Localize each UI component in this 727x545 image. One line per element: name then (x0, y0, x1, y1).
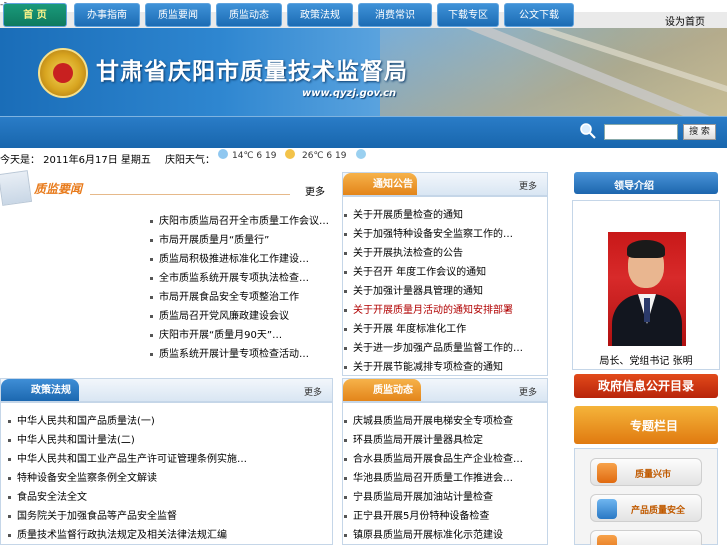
news-title: 质监要闻 (34, 182, 83, 196)
search-input[interactable] (604, 124, 678, 140)
newspaper-icon (0, 170, 33, 206)
set-homepage-link[interactable]: 设为首页 (665, 13, 705, 28)
policy-title: 政策法规 (31, 385, 71, 396)
weather-today: 14℃ 6 19 (232, 151, 277, 161)
list-item[interactable]: 关于加强计量器具管理的通知 (344, 282, 546, 301)
list-item[interactable]: 镇原县质监局开展标准化示范建设 (344, 526, 546, 545)
cloud-icon (356, 149, 366, 159)
notice-title: 通知公告 (373, 179, 413, 190)
news-divider (90, 194, 290, 195)
dynamics-title: 质监动态 (373, 385, 413, 396)
dynamics-list: 庆城县质监局开展电梯安全专项检查 环县质监局开展计量器具检定 合水县质监局开展食… (344, 412, 546, 545)
rain-icon (218, 149, 228, 159)
dynamics-header: 质监动态 更多 (342, 378, 548, 402)
list-item[interactable]: 市局开展质量月“质量行” (150, 231, 330, 250)
leader-photo (608, 232, 686, 346)
leader-header: 领导介绍 (574, 172, 718, 194)
list-item[interactable]: 质量技术监督行政执法规定及相关法律法规汇编 (8, 526, 330, 545)
search-button[interactable]: 搜 索 (683, 124, 716, 140)
list-item[interactable]: 关于开展执法检查的公告 (344, 244, 546, 263)
list-item[interactable]: 市局开展食品安全专项整治工作 (150, 288, 330, 307)
list-item[interactable]: 中华人民共和国计量法(二) (8, 431, 330, 450)
leader-title: 领导介绍 (614, 181, 654, 192)
list-item[interactable]: 庆城县质监局开展电梯安全专项检查 (344, 412, 546, 431)
list-item[interactable]: 食品安全法全文 (8, 488, 330, 507)
list-item[interactable]: 合水县质监局开展食品生产企业检查… (344, 450, 546, 469)
product-icon (597, 499, 617, 519)
list-item[interactable]: 关于开展节能减排专项检查的通知 (344, 358, 546, 377)
list-item[interactable]: 国务院关于加强食品等产品安全监督 (8, 507, 330, 526)
nav-dynamics[interactable]: 质监动态 (216, 3, 282, 27)
leader-caption: 局长、党组书记 张明 (599, 356, 693, 367)
list-item[interactable]: 关于召开 年度工作会议的通知 (344, 263, 546, 282)
quality-city-button[interactable]: 质量兴市 (590, 458, 702, 486)
search-icon (580, 123, 596, 139)
open-gov-banner[interactable]: 政府信息公开目录 (574, 374, 718, 398)
dynamics-more-link[interactable]: 更多 (519, 385, 537, 398)
nav-policy[interactable]: 政策法规 (287, 3, 353, 27)
list-item[interactable]: 全市质监系统开展专项执法检查… (150, 269, 330, 288)
notice-more-link[interactable]: 更多 (519, 179, 537, 192)
list-item[interactable]: 正宁县开展5月份特种设备检查 (344, 507, 546, 526)
list-item[interactable]: 关于进一步加强产品质量监督工作的… (344, 339, 546, 358)
product-safety-button[interactable]: 产品质量安全 (590, 494, 702, 522)
nav-consumer[interactable]: 消费常识 (358, 3, 432, 27)
nav-documents[interactable]: 公文下载 (504, 3, 574, 27)
list-item[interactable]: 宁县质监局开展加油站计量检查 (344, 488, 546, 507)
sun-cloud-icon (285, 149, 295, 159)
news-list: 庆阳市质监局召开全市质量工作会议… 市局开展质量月“质量行” 质监局积极推进标准… (150, 212, 330, 364)
nav-home[interactable]: 首 页 (3, 3, 67, 27)
policy-header: 政策法规 更多 (0, 378, 333, 402)
list-item[interactable]: 中华人民共和国产品质量法(一) (8, 412, 330, 431)
list-item[interactable]: 关于开展质量检查的通知 (344, 206, 546, 225)
site-title: 甘肃省庆阳市质量技术监督局 (96, 58, 408, 85)
nav-guide[interactable]: 办事指南 (74, 3, 140, 27)
sidebar-button-partial[interactable] (590, 530, 702, 545)
notice-list: 关于开展质量检查的通知 关于加强特种设备安全监察工作的… 关于开展执法检查的公告… (344, 206, 546, 377)
site-url: www.qyzj.gov.cn (302, 88, 397, 99)
nav-news[interactable]: 质监要闻 (145, 3, 211, 27)
sidebar-icon (597, 535, 617, 545)
emblem-icon (38, 48, 88, 98)
nav-downloads[interactable]: 下载专区 (437, 3, 499, 27)
policy-list: 中华人民共和国产品质量法(一) 中华人民共和国计量法(二) 中华人民共和国工业产… (8, 412, 330, 545)
list-item[interactable]: 庆阳市质监局召开全市质量工作会议… (150, 212, 330, 231)
list-item[interactable]: 特种设备安全监察条例全文解读 (8, 469, 330, 488)
news-more-link[interactable]: 更多 (305, 183, 325, 198)
current-date: 今天是： 2011年6月17日 星期五 (0, 155, 151, 166)
notice-header: 通知公告 更多 (342, 172, 548, 196)
policy-more-link[interactable]: 更多 (304, 385, 322, 398)
page: -> 设为首页 甘肃省庆阳市质量技术监督局 www.qyzj.gov.cn 首 … (0, 0, 727, 545)
weather-city: 庆阳天气： (165, 155, 215, 166)
list-item[interactable]: 质监局召开党风廉政建设会议 (150, 307, 330, 326)
list-item[interactable]: 质监局积极推进标准化工作建设… (150, 250, 330, 269)
weather-tomorrow: 26℃ 6 19 (302, 151, 347, 161)
special-column-label: 专题栏目 (630, 419, 679, 433)
list-item[interactable]: 中华人民共和国工业产品生产许可证管理条例实施… (8, 450, 330, 469)
list-item[interactable]: 环县质监局开展计量器具检定 (344, 431, 546, 450)
special-column-banner[interactable]: 专题栏目 (574, 406, 718, 444)
quality-icon (597, 463, 617, 483)
list-item[interactable]: 关于开展 年度标准化工作 (344, 320, 546, 339)
list-item[interactable]: 华池县质监局召开质量工作推进会… (344, 469, 546, 488)
list-item[interactable]: 质监系统开展计量专项检查活动… (150, 345, 330, 364)
list-item[interactable]: 庆阳市开展“质量月90天”… (150, 326, 330, 345)
list-item[interactable]: 关于加强特种设备安全监察工作的… (344, 225, 546, 244)
list-item[interactable]: 关于开展质量月活动的通知安排部署 (344, 301, 546, 320)
